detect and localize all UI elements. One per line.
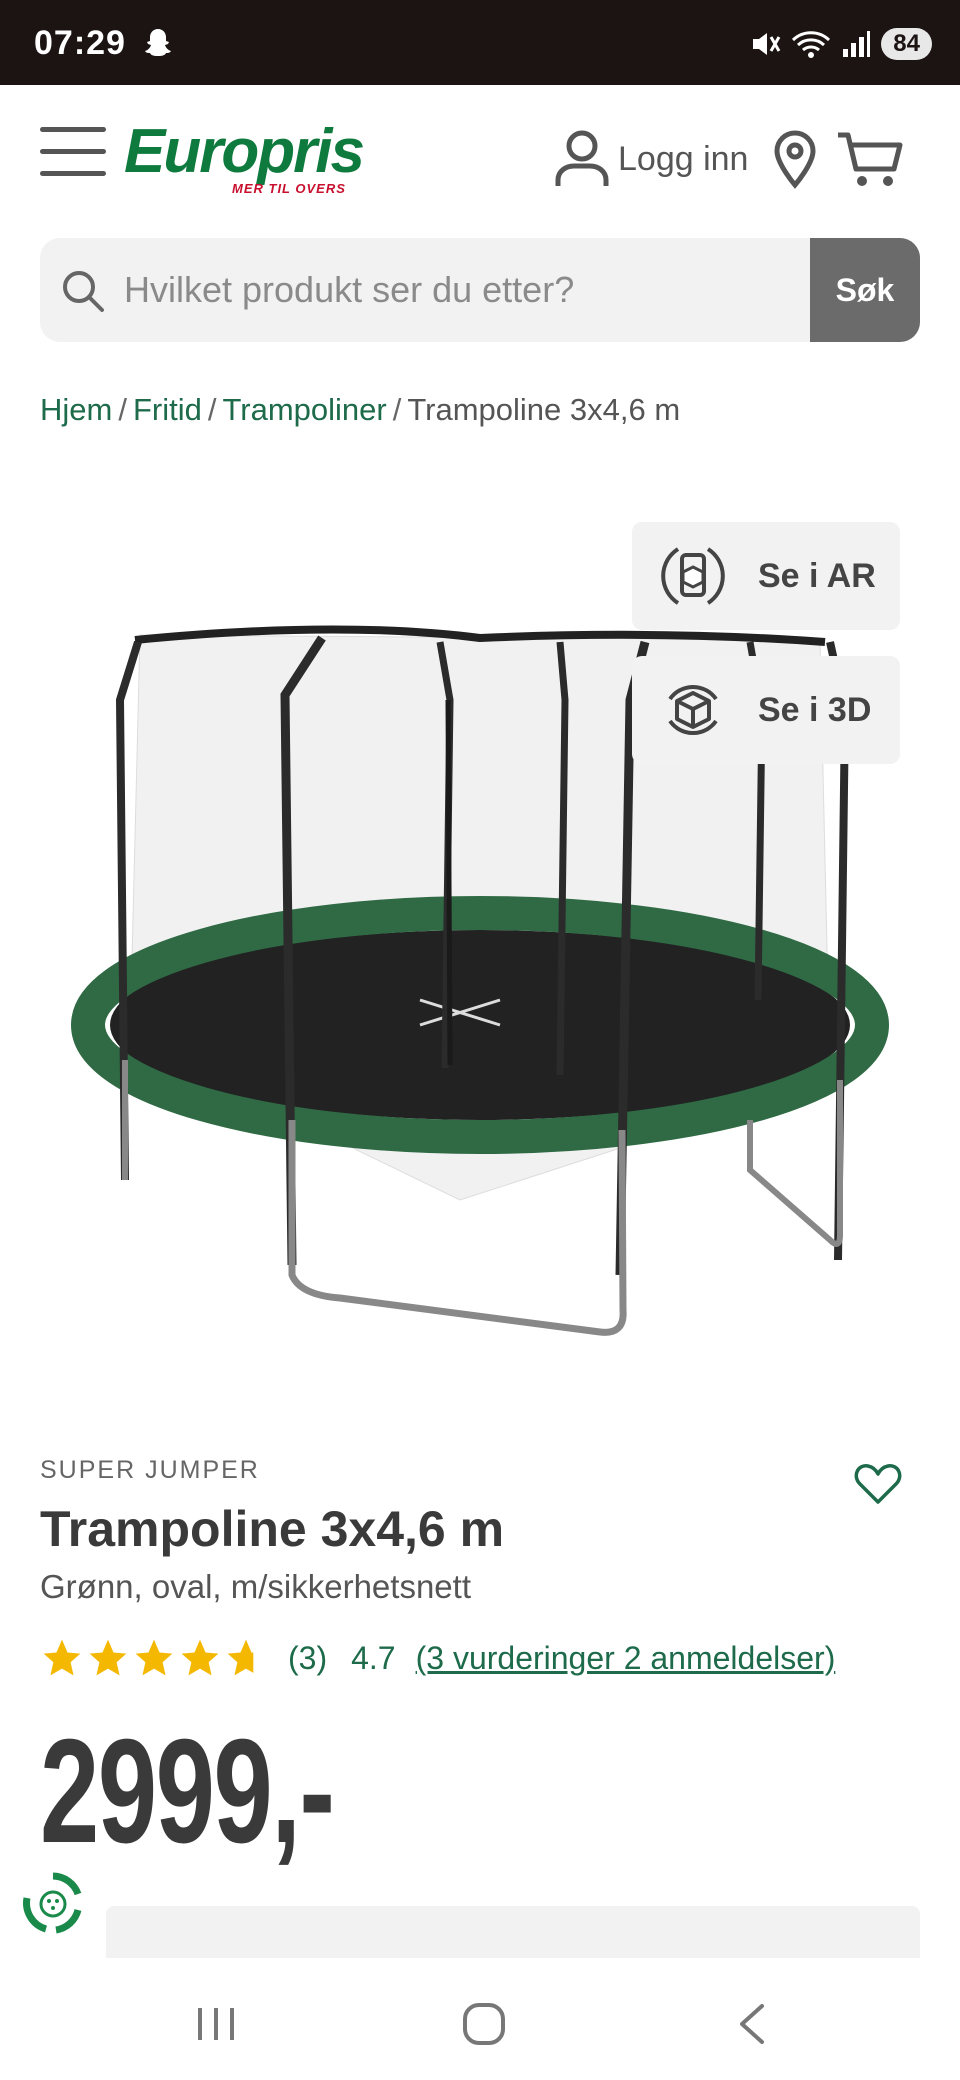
signal-icon [843,31,871,57]
login-label: Logg inn [618,139,749,178]
star-icon [135,1639,173,1676]
ar-icon [661,547,725,605]
location-pin-icon[interactable] [772,129,818,189]
mute-icon [753,33,781,55]
breadcrumb-separator: / [392,392,402,427]
rating-average: 4.7 [351,1639,396,1676]
search-input[interactable] [124,238,844,342]
product-rating: (3) 4.7 (3 vurderinger 2 anmeldelser) [40,1634,835,1682]
product-brand[interactable]: SUPER JUMPER [40,1456,260,1485]
cube-3d-icon [668,685,718,735]
breadcrumb: Hjem / Fritid / Trampoliner / Trampoline 3x4,6… [40,392,680,428]
back-icon[interactable] [732,2000,772,2048]
view-in-3d-button[interactable]: Se i 3D [632,656,900,764]
product-price: 2999,- [40,1709,335,1874]
breadcrumb-fritid[interactable]: Fritid [133,392,202,427]
search-bar: Søk [40,238,920,342]
login-button[interactable]: Logg inn [554,129,748,189]
rating-stars [40,1636,268,1680]
breadcrumb-trampoliner[interactable]: Trampoliner [222,392,386,427]
recent-apps-icon[interactable] [194,2004,238,2044]
breadcrumb-current: Trampoline 3x4,6 m [407,392,681,427]
logo-tagline: MER TIL OVERS [232,181,346,196]
recycle-icon[interactable] [18,1868,88,1938]
view-in-ar-button[interactable]: Se i AR [632,522,900,630]
star-icon [89,1639,127,1676]
ar-label: Se i AR [758,556,876,595]
wifi-icon [792,31,831,58]
shopping-cart-icon[interactable] [836,129,904,189]
battery-indicator: 84 [881,28,932,60]
breadcrumb-separator: / [207,392,217,427]
star-icon [181,1639,219,1676]
status-time: 07:29 [34,24,126,62]
user-icon [555,130,609,186]
search-icon [63,271,104,312]
3d-label: Se i 3D [758,690,872,729]
status-bar: 07:29 84 [0,0,960,85]
hamburger-menu-icon[interactable] [40,127,106,177]
europris-logo[interactable]: Europris MER TIL OVERS [124,121,374,201]
product-image-trampoline[interactable] [40,520,920,1370]
android-navigation-bar [0,1960,960,2080]
snapchat-icon [145,29,171,56]
home-icon[interactable] [460,2000,508,2048]
search-button[interactable]: Søk [810,238,920,342]
heart-icon[interactable] [854,1462,902,1506]
site-header: Europris MER TIL OVERS Logg inn [0,85,960,230]
rating-count: (3) [288,1639,328,1676]
star-half-icon [227,1639,254,1676]
reviews-link[interactable]: (3 vurderinger 2 anmeldelser) [416,1640,836,1677]
purchase-panel [106,1906,920,1958]
status-icons: 84 [749,24,932,64]
breadcrumb-home[interactable]: Hjem [40,392,112,427]
product-title: Trampoline 3x4,6 m [40,1501,505,1557]
product-subtitle: Grønn, oval, m/sikkerhetsnett [40,1568,471,1605]
breadcrumb-separator: / [118,392,127,427]
logo-text: Europris [124,117,365,186]
star-icon [43,1639,81,1676]
